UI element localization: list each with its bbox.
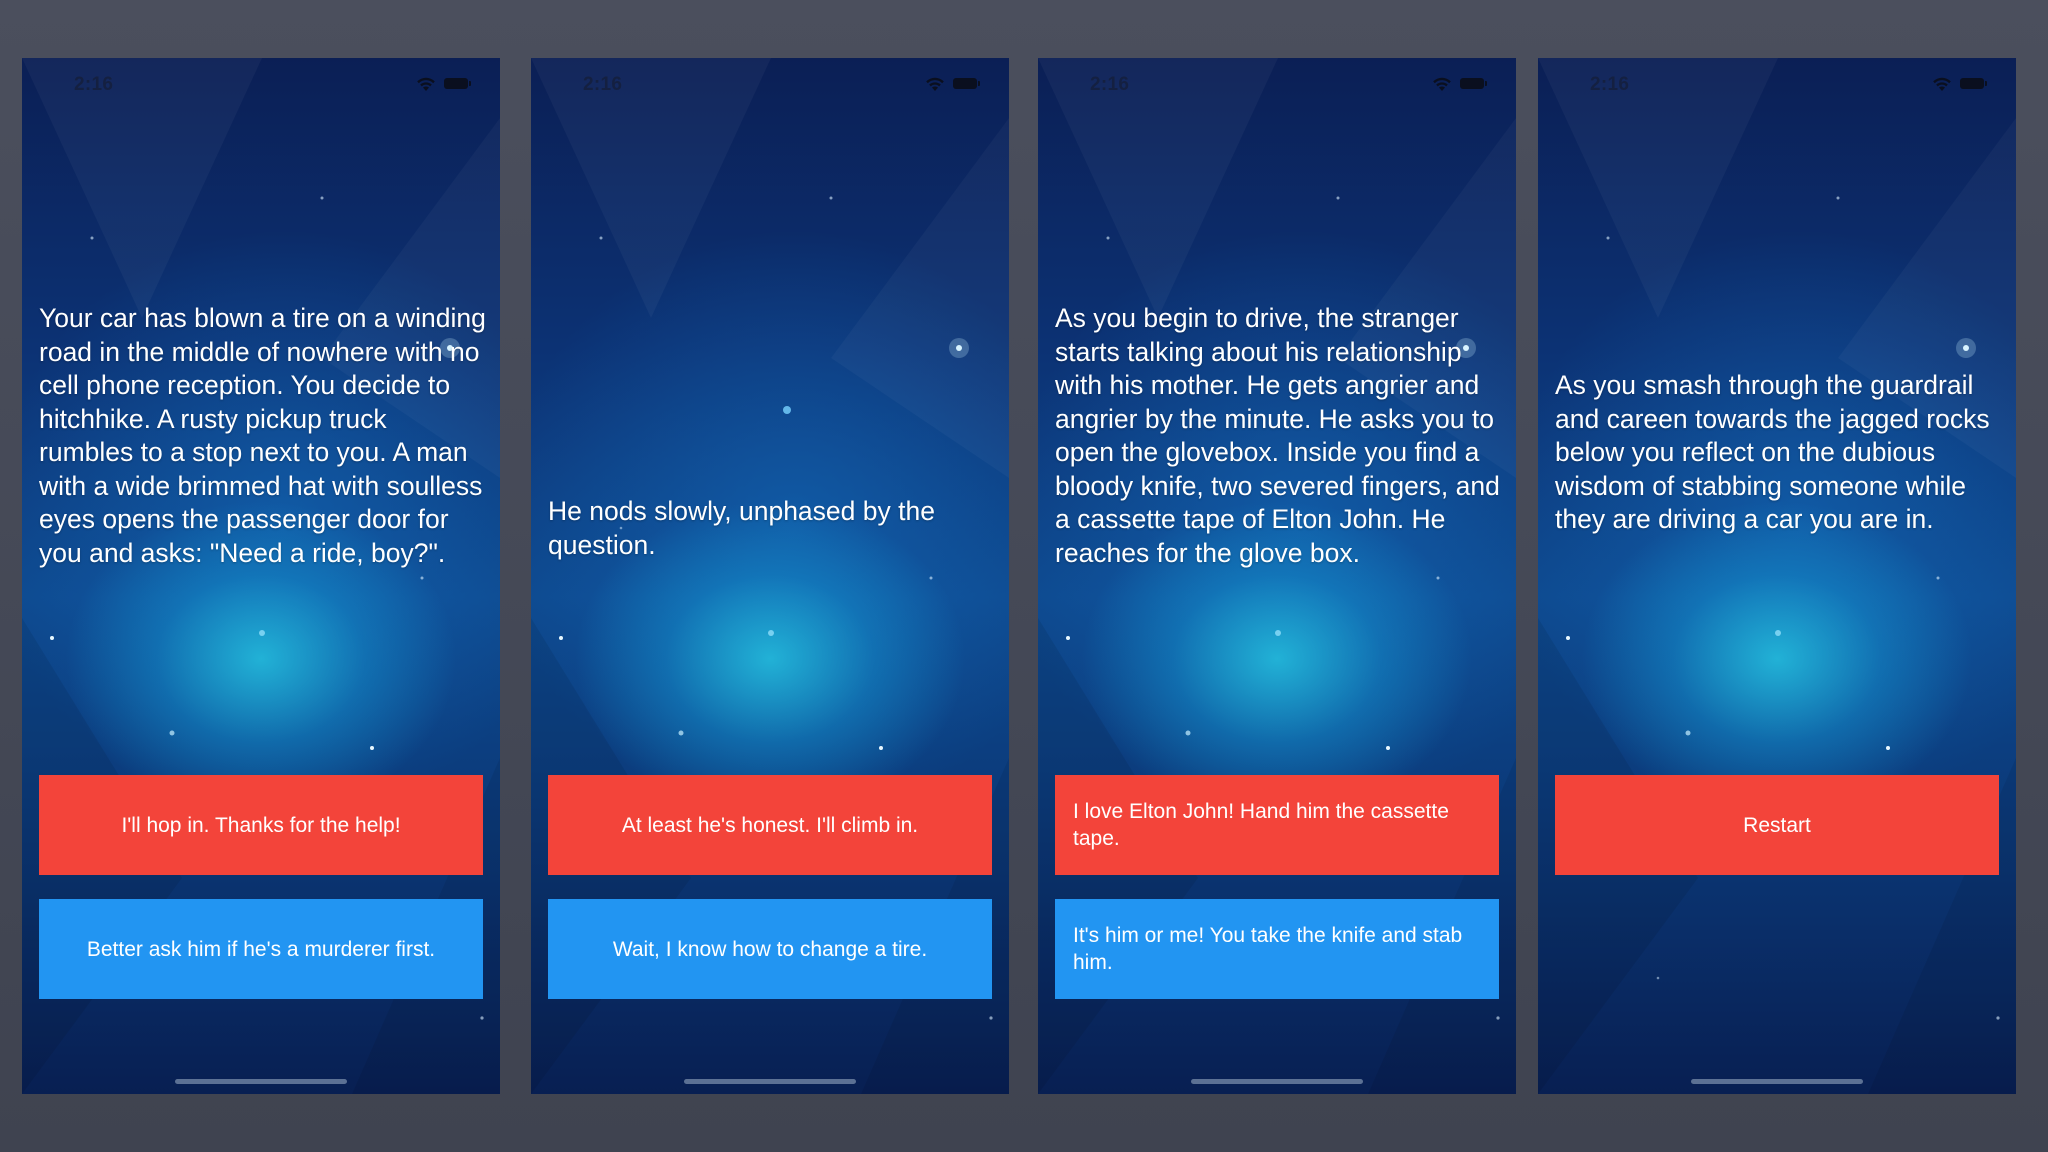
- story-text: Your car has blown a tire on a winding r…: [39, 303, 486, 568]
- wifi-icon: [1433, 77, 1451, 91]
- home-indicator[interactable]: [1191, 1079, 1363, 1084]
- battery-icon: [953, 78, 980, 89]
- choice2-button[interactable]: Wait, I know how to change a tire.: [548, 899, 992, 999]
- wifi-icon: [1933, 77, 1951, 91]
- status-time: 2:16: [1090, 74, 1130, 95]
- story-text: As you smash through the guardrail and c…: [1555, 370, 1990, 534]
- status-time: 2:16: [583, 74, 623, 95]
- choice2-button[interactable]: Better ask him if he's a murderer first.: [39, 899, 483, 999]
- battery-icon: [1960, 78, 1987, 89]
- home-indicator[interactable]: [1691, 1079, 1863, 1084]
- wifi-icon: [417, 77, 435, 91]
- home-indicator[interactable]: [684, 1079, 856, 1084]
- status-bar: 2:16: [1038, 72, 1516, 96]
- wifi-icon: [926, 77, 944, 91]
- status-time: 2:16: [1590, 74, 1630, 95]
- story-text: As you begin to drive, the stranger star…: [1055, 303, 1500, 568]
- status-bar: 2:16: [1538, 72, 2016, 96]
- choice1-button[interactable]: I'll hop in. Thanks for the help!: [39, 775, 483, 875]
- battery-icon: [1460, 78, 1487, 89]
- status-bar: 2:16: [531, 72, 1009, 96]
- phone-screen-4: 2:16 As you smash through the guardrail …: [1538, 58, 2016, 1094]
- phone-screen-2: 2:16 He nods slowly, unphased by the que…: [531, 58, 1009, 1094]
- status-time: 2:16: [74, 74, 114, 95]
- choice2-button[interactable]: It's him or me! You take the knife and s…: [1055, 899, 1499, 999]
- phone-screen-3: 2:16 As you begin to drive, the stranger…: [1038, 58, 1516, 1094]
- restart-button[interactable]: Restart: [1555, 775, 1999, 875]
- phone-screen-1: 2:16 Your car has blown a tire on a wind…: [22, 58, 500, 1094]
- starfield-background: [1538, 58, 2016, 1094]
- status-bar: 2:16: [22, 72, 500, 96]
- battery-icon: [444, 78, 471, 89]
- story-text: He nods slowly, unphased by the question…: [548, 496, 935, 560]
- choice1-button[interactable]: I love Elton John! Hand him the cassette…: [1055, 775, 1499, 875]
- choice1-button[interactable]: At least he's honest. I'll climb in.: [548, 775, 992, 875]
- home-indicator[interactable]: [175, 1079, 347, 1084]
